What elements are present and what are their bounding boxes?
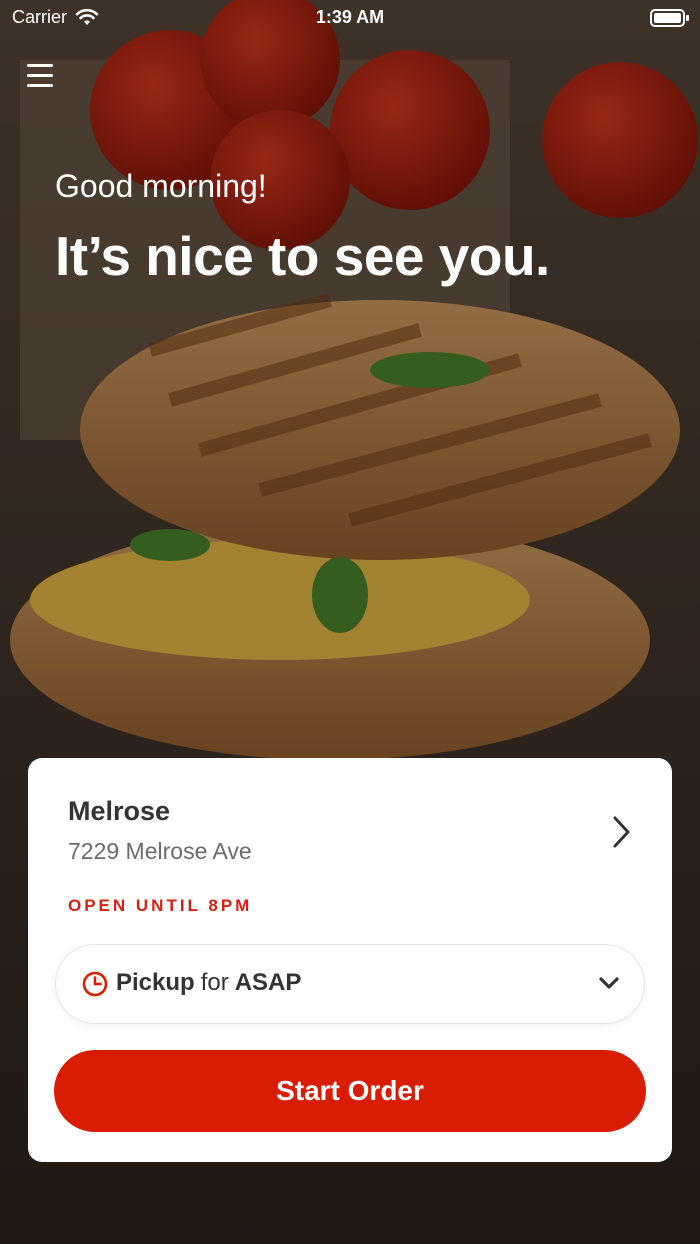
order-mode-type: Pickup (116, 969, 195, 996)
battery-icon (650, 9, 689, 27)
clock-icon (82, 971, 108, 997)
greeting-text: Good morning! (55, 168, 267, 204)
menu-line (27, 84, 53, 87)
status-bar: Carrier 1:39 AM (0, 0, 700, 36)
location-card: Melrose 7229 Melrose Ave OPEN UNTIL 8PM … (28, 758, 672, 1162)
store-hours-badge: OPEN UNTIL 8PM (68, 896, 253, 915)
welcome-headline: It’s nice to see you. (55, 225, 550, 287)
order-mode-text: Pickup for ASAP (116, 969, 301, 997)
order-mode-selector[interactable]: Pickup for ASAP (55, 944, 645, 1024)
menu-line (27, 74, 53, 77)
hamburger-menu-icon[interactable] (24, 64, 56, 96)
location-address[interactable]: 7229 Melrose Ave (68, 838, 252, 865)
home-screen: Carrier 1:39 AM Good morning! It’s nice … (0, 0, 700, 1244)
location-name[interactable]: Melrose (68, 796, 170, 827)
order-mode-time: ASAP (234, 969, 302, 996)
start-order-button[interactable]: Start Order (54, 1050, 646, 1132)
status-time: 1:39 AM (315, 7, 385, 27)
chevron-down-icon (599, 977, 619, 989)
chevron-right-icon[interactable] (610, 814, 634, 850)
menu-line (27, 64, 53, 67)
order-mode-connector: for (200, 969, 229, 996)
